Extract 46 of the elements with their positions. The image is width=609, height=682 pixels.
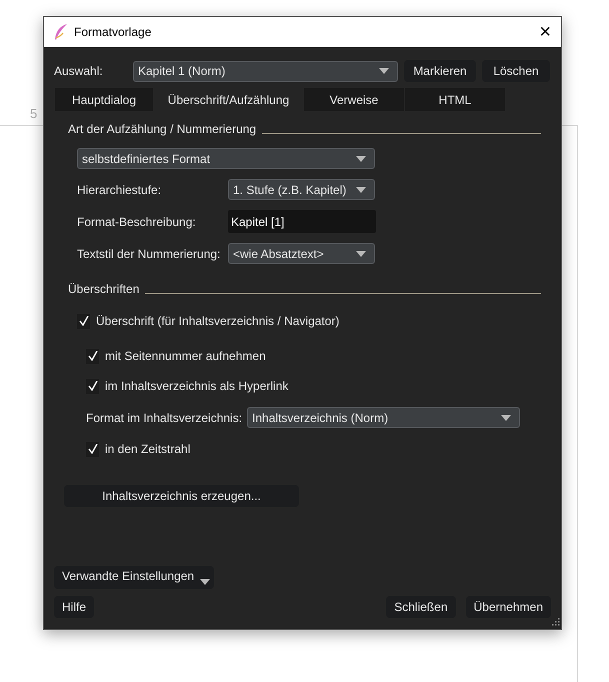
- action-button[interactable]: Markieren: [404, 60, 476, 82]
- tab[interactable]: Verweise: [304, 88, 404, 111]
- dropdown-caret-icon: [356, 250, 366, 256]
- checkmark-icon: [88, 444, 98, 454]
- dropdown[interactable]: selbstdefiniertes Format: [77, 148, 375, 169]
- dropdown[interactable]: Kapitel 1 (Norm): [133, 60, 398, 82]
- resize-grip-icon: [550, 618, 560, 628]
- help-button[interactable]: Hilfe: [54, 596, 94, 618]
- dialog-button[interactable]: Übernehmen: [466, 596, 551, 618]
- checkbox-label: Überschrift (für Inhaltsverzeichnis / Navigator): [96, 313, 340, 330]
- checkbox[interactable]: [86, 442, 99, 456]
- tab[interactable]: Hauptdialog: [55, 88, 153, 111]
- generate-toc-button[interactable]: Inhaltsverzeichnis erzeugen...: [64, 485, 299, 507]
- dropdown-caret-icon: [356, 186, 366, 192]
- checkmark-icon: [88, 351, 98, 361]
- text-field[interactable]: Kapitel [1]: [228, 210, 376, 233]
- checkbox[interactable]: [86, 378, 99, 394]
- dialog-button[interactable]: Schließen: [386, 596, 456, 618]
- field-label: Format-Beschreibung:: [77, 214, 197, 230]
- feather-icon: [54, 24, 68, 40]
- dropdown[interactable]: <wie Absatztext>: [228, 243, 375, 264]
- field-label: Auswahl:: [54, 63, 104, 80]
- section-title: Überschriften: [68, 281, 140, 298]
- dropdown-caret-icon: [200, 579, 210, 585]
- field-label: Textstil der Nummerierung:: [77, 246, 222, 262]
- dropdown[interactable]: Inhaltsverzeichnis (Norm): [247, 407, 520, 428]
- checkmark-icon: [78, 316, 88, 326]
- checkbox-label: in den Zeitstrahl: [105, 441, 190, 458]
- checkbox[interactable]: [77, 314, 90, 328]
- dropdown-caret-icon: [501, 414, 512, 420]
- checkbox[interactable]: [86, 348, 99, 364]
- ruler-number: 5: [30, 105, 38, 123]
- dropdown-caret-icon: [379, 68, 389, 74]
- dropdown[interactable]: 1. Stufe (z.B. Kapitel): [228, 179, 375, 200]
- related-settings-button[interactable]: Verwandte Einstellungen: [54, 566, 214, 589]
- checkbox-label: im Inhaltsverzeichnis als Hyperlink: [105, 378, 288, 395]
- window-title: Formatvorlage: [74, 24, 152, 41]
- field-label: Format im Inhaltsverzeichnis:: [86, 410, 242, 426]
- field-label: Hierarchiestufe:: [77, 182, 162, 198]
- checkmark-icon: [88, 381, 98, 391]
- section-title: Art der Aufzählung / Nummerierung: [68, 121, 256, 138]
- checkbox-label: mit Seitennummer aufnehmen: [105, 348, 266, 365]
- tab[interactable]: HTML: [405, 88, 505, 111]
- dropdown-caret-icon: [356, 156, 366, 162]
- action-button[interactable]: Löschen: [482, 60, 550, 82]
- close-button[interactable]: ×: [539, 22, 551, 42]
